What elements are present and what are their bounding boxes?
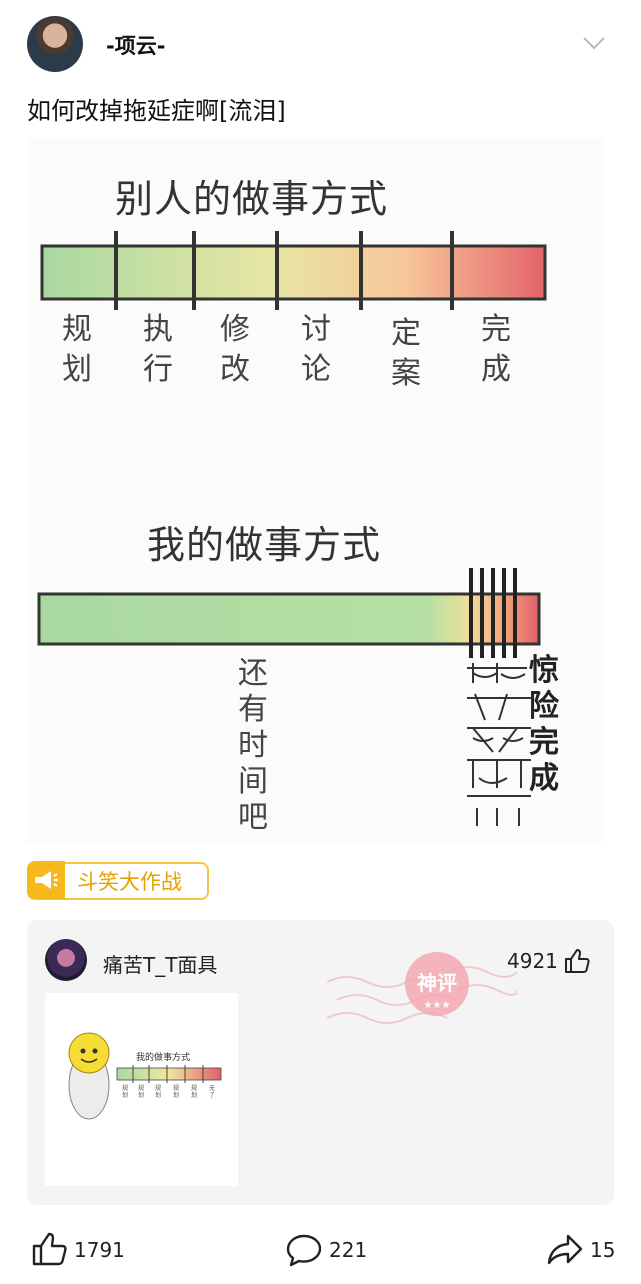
topic-tag-label: 斗笑大作战 [77, 870, 182, 894]
comment-count: 221 [329, 1238, 368, 1262]
svg-text:规: 规 [155, 1084, 161, 1092]
svg-text:划: 划 [173, 1091, 179, 1099]
svg-text:规: 规 [191, 1084, 197, 1092]
stage-label: 修改 [220, 312, 250, 387]
commenter-avatar[interactable] [45, 939, 87, 981]
svg-text:划: 划 [155, 1091, 161, 1099]
meme-bars [37, 231, 547, 826]
svg-text:规: 规 [138, 1084, 144, 1092]
share-count: 15 [590, 1238, 616, 1262]
stage-label: 规划 [62, 312, 92, 387]
thumbs-up-icon[interactable] [563, 947, 591, 975]
god-comment-stamp-icon: 神评 ★★★ [327, 952, 517, 1024]
svg-text:规: 规 [173, 1084, 179, 1092]
megaphone-icon [27, 861, 65, 899]
comment-image[interactable]: 我的做事方式 规划 规划 规划 规划 规划 无了 [45, 993, 238, 1186]
mine-relaxed-label: 还有时间吧 [238, 656, 268, 835]
commenter-name[interactable]: 痛苦T_T面具 [103, 949, 217, 978]
svg-text:无: 无 [209, 1085, 215, 1092]
mine-bar [37, 592, 541, 646]
comment-like-count: 4921 [507, 949, 558, 973]
author-name[interactable]: -项云- [106, 30, 165, 60]
svg-text:划: 划 [138, 1091, 144, 1099]
like-count: 1791 [74, 1238, 125, 1262]
svg-text:划: 划 [122, 1091, 128, 1099]
author-avatar[interactable] [27, 16, 83, 72]
meme-image[interactable]: 别人的做事方式 规 划 执 行 修 改 讨 论 定 案 完 成 我的做事方式 还… [27, 138, 603, 843]
svg-text:了: 了 [209, 1092, 215, 1099]
stage-label: 执行 [143, 312, 173, 387]
scribbled-text [467, 663, 531, 826]
svg-text:我的做事方式: 我的做事方式 [136, 1051, 190, 1063]
god-comment-card[interactable]: 神评 ★★★ 痛苦T_T面具 4921 我的做事方式 规 划 规 划 规 划 规… [27, 920, 614, 1205]
share-icon[interactable] [546, 1232, 584, 1268]
stage-label: 讨论 [301, 312, 331, 387]
meme-title-mine: 我的做事方式 [147, 523, 382, 567]
svg-text:★★★: ★★★ [424, 1000, 451, 1011]
post-text: 如何改掉拖延症啊[流泪] [27, 97, 286, 125]
svg-text:神评: 神评 [417, 971, 457, 995]
svg-text:划: 划 [191, 1091, 197, 1099]
chevron-down-icon[interactable] [582, 34, 606, 52]
mine-panic-label: 惊险完成 [529, 653, 559, 796]
comment-icon[interactable] [285, 1232, 323, 1268]
like-icon[interactable] [30, 1230, 68, 1268]
stage-label: 定案 [391, 316, 421, 391]
stage-label: 完成 [481, 312, 511, 387]
svg-text:规: 规 [122, 1084, 128, 1092]
topic-tag[interactable]: 斗笑大作战 [27, 861, 209, 900]
